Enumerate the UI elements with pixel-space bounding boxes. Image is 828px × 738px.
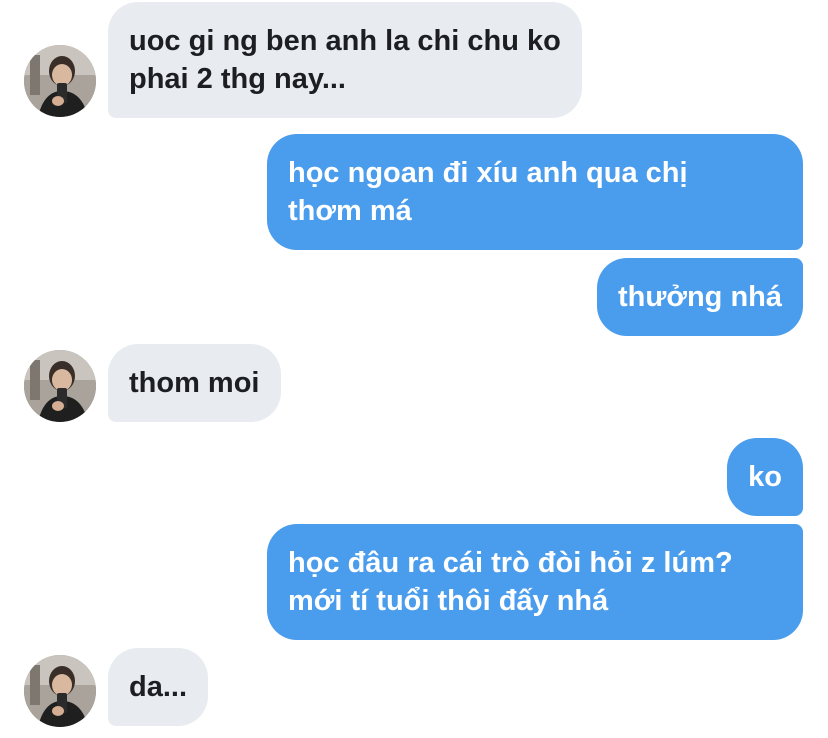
message-bubble-outgoing[interactable]: học đâu ra cái trò đòi hỏi z lúm? mới tí… [267,524,803,640]
avatar-photo-icon [24,350,96,422]
message-line: mới tí tuổi thôi đấy nhá [288,585,609,617]
avatar-photo-icon [24,655,96,727]
contact-avatar[interactable] [24,350,96,422]
message-line: học đâu ra cái trò đòi hỏi z lúm? [288,547,733,579]
message-line: thưởng nhá [617,281,782,313]
chat-thread: uoc gi ng ben anh la chi chu ko phai 2 t… [0,0,828,738]
message-bubble-incoming[interactable]: da... [108,648,209,726]
message-line: thom moi [129,367,260,399]
message-line: uoc gi ng ben anh la chi chu ko [129,25,561,57]
message-bubble-incoming[interactable]: thom moi [108,344,281,422]
message-bubble-incoming[interactable]: uoc gi ng ben anh la chi chu ko phai 2 t… [108,2,582,118]
message-line: ko [748,461,782,493]
message-bubble-outgoing[interactable]: học ngoan đi xíu anh qua chị thơm má [267,134,803,250]
message-line: học ngoan đi xíu anh qua chị [288,157,688,189]
message-line: da... [129,671,188,703]
message-line: phai 2 thg nay... [129,63,346,95]
contact-avatar[interactable] [24,45,96,117]
message-line: thơm má [288,195,412,227]
avatar-photo-icon [24,45,96,117]
contact-avatar[interactable] [24,655,96,727]
message-bubble-outgoing[interactable]: thưởng nhá [596,258,803,336]
message-bubble-outgoing[interactable]: ko [727,438,803,516]
